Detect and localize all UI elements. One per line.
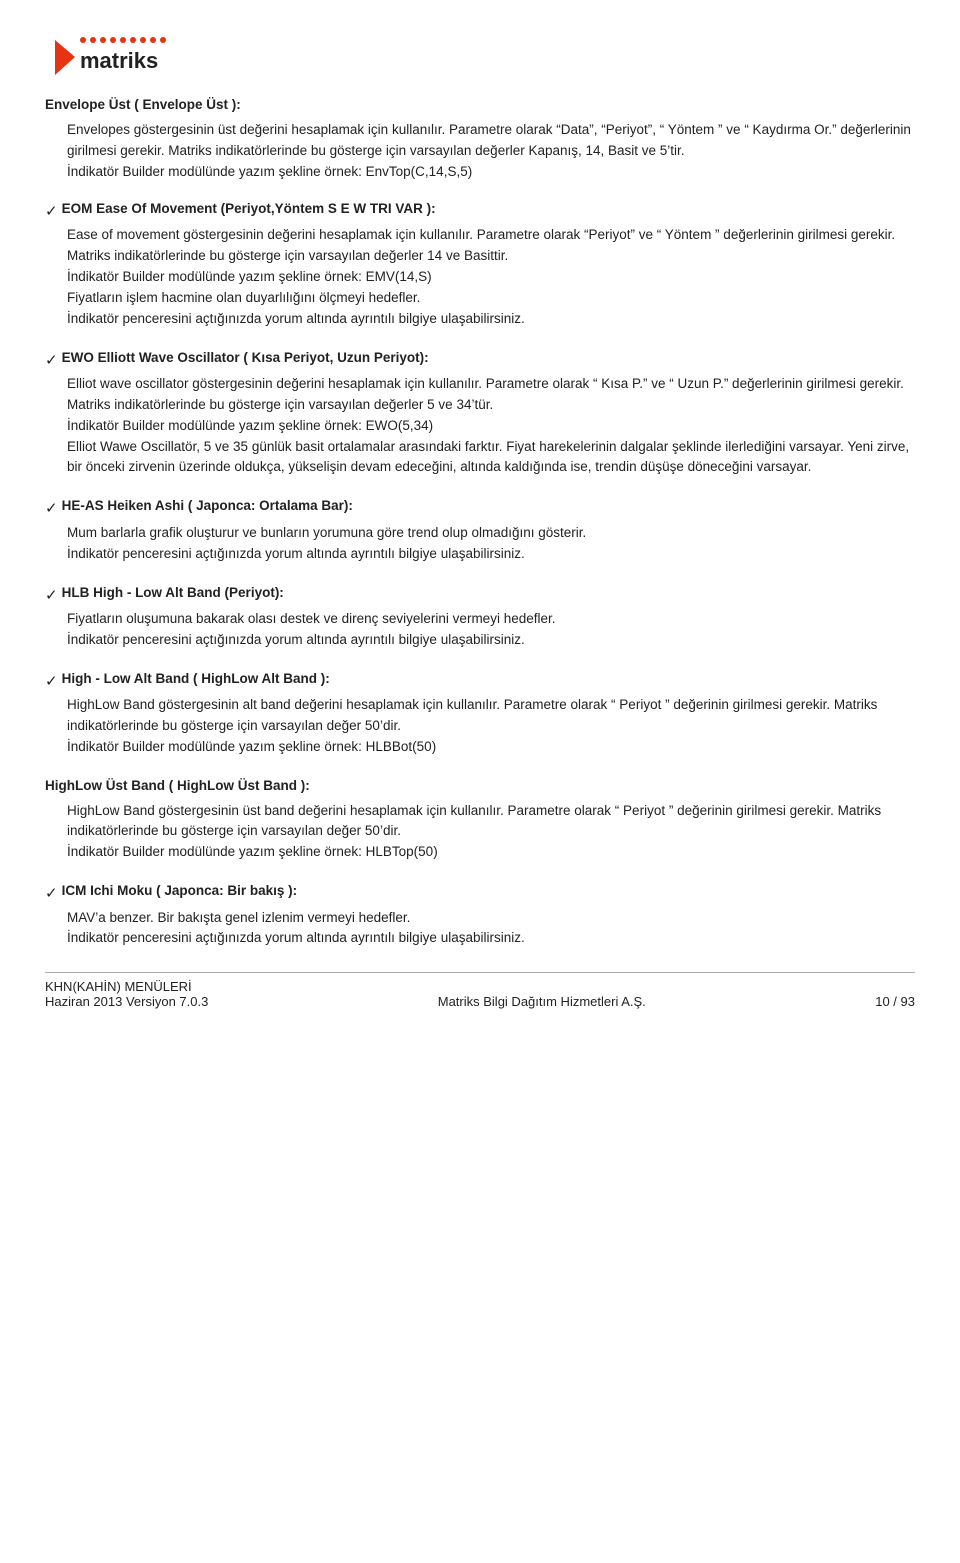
- highlow-ust-para2: İndikatör Builder modülünde yazım şeklin…: [67, 842, 915, 863]
- ewo-title-line: ✓ EWO Elliott Wave Oscillator ( Kısa Per…: [45, 348, 915, 372]
- section-title-line: Envelope Üst ( Envelope Üst ):: [45, 95, 915, 118]
- highlow-ust-title: HighLow Üst Band ( HighLow Üst Band ):: [45, 776, 310, 797]
- footer: KHN(KAHİN) MENÜLERİ Haziran 2013 Versiyo…: [45, 972, 915, 1009]
- highlow-ust-title-line: HighLow Üst Band ( HighLow Üst Band ):: [45, 776, 915, 799]
- he-as-checkmark: ✓: [45, 497, 58, 520]
- footer-center: Matriks Bilgi Dağıtım Hizmetleri A.Ş.: [438, 994, 646, 1009]
- section-envelope-ust: Envelope Üst ( Envelope Üst ): Envelopes…: [45, 95, 915, 183]
- high-low-alt-band-title: High - Low Alt Band ( HighLow Alt Band )…: [62, 669, 330, 690]
- he-as-para1: Mum barlarla grafik oluşturur ve bunları…: [67, 523, 915, 544]
- he-as-title: HE-AS Heiken Ashi ( Japonca: Ortalama Ba…: [62, 496, 353, 517]
- icm-body: MAV’a benzer. Bir bakışta genel izlenim …: [67, 908, 915, 950]
- logo-area: matriks: [45, 30, 915, 85]
- high-low-alt-band-body: HighLow Band göstergesinin alt band değe…: [67, 695, 915, 758]
- hlb-checkmark: ✓: [45, 584, 58, 607]
- eom-para3: Fiyatların işlem hacmine olan duyarlılığ…: [67, 288, 915, 309]
- section-body-envelope-ust: Envelopes göstergesinin üst değerini hes…: [67, 120, 915, 183]
- ewo-body: Elliot wave oscillator göstergesinin değ…: [67, 374, 915, 479]
- ewo-para3: Elliot Wawe Oscillatör, 5 ve 35 günlük b…: [67, 437, 915, 479]
- envelope-ust-para1: Envelopes göstergesinin üst değerini hes…: [67, 120, 915, 162]
- hlb-title: HLB High - Low Alt Band (Periyot):: [62, 583, 284, 604]
- svg-text:matriks: matriks: [80, 48, 158, 73]
- icm-para1: MAV’a benzer. Bir bakışta genel izlenim …: [67, 908, 915, 929]
- section-icm: ✓ ICM Ichi Moku ( Japonca: Bir bakış ): …: [45, 881, 915, 949]
- eom-para2: İndikatör Builder modülünde yazım şeklin…: [67, 267, 915, 288]
- he-as-para2: İndikatör penceresini açtığınızda yorum …: [67, 544, 915, 565]
- eom-title-line: ✓ EOM Ease Of Movement (Periyot,Yöntem S…: [45, 199, 915, 223]
- footer-left-line2: Haziran 2013 Versiyon 7.0.3: [45, 994, 208, 1009]
- high-low-alt-band-para1: HighLow Band göstergesinin alt band değe…: [67, 695, 915, 737]
- hlb-para2: İndikatör penceresini açtığınızda yorum …: [67, 630, 915, 651]
- page: matriks Envelope Üst ( Envelope Üst ): E…: [0, 0, 960, 1027]
- section-highlow-ust: HighLow Üst Band ( HighLow Üst Band ): H…: [45, 776, 915, 864]
- ewo-title: EWO Elliott Wave Oscillator ( Kısa Periy…: [62, 348, 429, 369]
- section-ewo: ✓ EWO Elliott Wave Oscillator ( Kısa Per…: [45, 348, 915, 479]
- eom-title: EOM Ease Of Movement (Periyot,Yöntem S E…: [62, 199, 436, 220]
- ewo-para2: İndikatör Builder modülünde yazım şeklin…: [67, 416, 915, 437]
- section-eom: ✓ EOM Ease Of Movement (Periyot,Yöntem S…: [45, 199, 915, 330]
- icm-title-line: ✓ ICM Ichi Moku ( Japonca: Bir bakış ):: [45, 881, 915, 905]
- high-low-alt-band-title-line: ✓ High - Low Alt Band ( HighLow Alt Band…: [45, 669, 915, 693]
- icm-checkmark: ✓: [45, 882, 58, 905]
- footer-right: 10 / 93: [875, 994, 915, 1009]
- eom-body: Ease of movement göstergesinin değerini …: [67, 225, 915, 330]
- highlow-ust-para1: HighLow Band göstergesinin üst band değe…: [67, 801, 915, 843]
- eom-checkmark: ✓: [45, 200, 58, 223]
- high-low-alt-band-para2: İndikatör Builder modülünde yazım şeklin…: [67, 737, 915, 758]
- footer-left: KHN(KAHİN) MENÜLERİ Haziran 2013 Versiyo…: [45, 979, 208, 1009]
- section-title-envelope-ust: Envelope Üst ( Envelope Üst ):: [45, 95, 241, 116]
- icm-para2: İndikatör penceresini açtığınızda yorum …: [67, 928, 915, 949]
- matriks-logo: matriks: [45, 30, 175, 85]
- eom-para1: Ease of movement göstergesinin değerini …: [67, 225, 915, 267]
- ewo-para1: Elliot wave oscillator göstergesinin değ…: [67, 374, 915, 416]
- hlb-para1: Fiyatların oluşumuna bakarak olası deste…: [67, 609, 915, 630]
- section-hlb: ✓ HLB High - Low Alt Band (Periyot): Fiy…: [45, 583, 915, 651]
- he-as-title-line: ✓ HE-AS Heiken Ashi ( Japonca: Ortalama …: [45, 496, 915, 520]
- eom-para4: İndikatör penceresini açtığınızda yorum …: [67, 309, 915, 330]
- high-low-alt-band-checkmark: ✓: [45, 670, 58, 693]
- section-he-as: ✓ HE-AS Heiken Ashi ( Japonca: Ortalama …: [45, 496, 915, 564]
- highlow-ust-body: HighLow Band göstergesinin üst band değe…: [67, 801, 915, 864]
- he-as-body: Mum barlarla grafik oluşturur ve bunları…: [67, 523, 915, 565]
- icm-title: ICM Ichi Moku ( Japonca: Bir bakış ):: [62, 881, 298, 902]
- hlb-body: Fiyatların oluşumuna bakarak olası deste…: [67, 609, 915, 651]
- envelope-ust-para2: İndikatör Builder modülünde yazım şeklin…: [67, 162, 915, 183]
- section-high-low-alt-band: ✓ High - Low Alt Band ( HighLow Alt Band…: [45, 669, 915, 758]
- ewo-checkmark: ✓: [45, 349, 58, 372]
- footer-left-line1: KHN(KAHİN) MENÜLERİ: [45, 979, 208, 994]
- hlb-title-line: ✓ HLB High - Low Alt Band (Periyot):: [45, 583, 915, 607]
